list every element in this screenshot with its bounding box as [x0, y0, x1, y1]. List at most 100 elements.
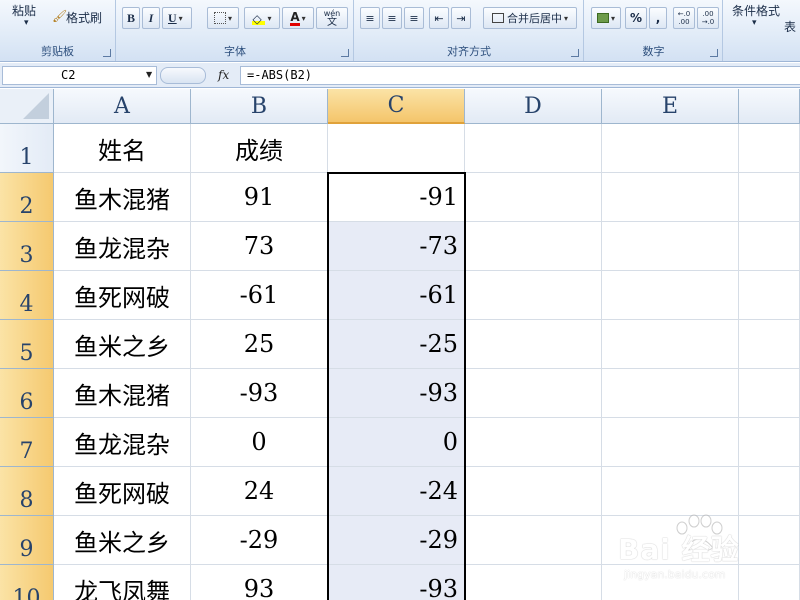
row-header-4[interactable]: 4 [0, 271, 54, 320]
cell-b7[interactable]: 0 [191, 418, 328, 467]
cell-d8[interactable] [465, 467, 602, 516]
format-painter-icon[interactable]: 🖌 [52, 9, 67, 23]
insert-function-icon[interactable]: fx [218, 68, 229, 82]
row-header-1[interactable]: 1 [0, 124, 54, 173]
cell-a9[interactable]: 鱼米之乡 [54, 516, 191, 565]
cell-f7[interactable] [739, 418, 800, 467]
format-as-table-button[interactable]: 表 [784, 18, 796, 35]
cell-a6[interactable]: 鱼木混猪 [54, 369, 191, 418]
cell-d4[interactable] [465, 271, 602, 320]
row-header-5[interactable]: 5 [0, 320, 54, 369]
decrease-indent-button[interactable]: ⇤ [429, 7, 449, 29]
cell-a4[interactable]: 鱼死网破 [54, 271, 191, 320]
cell-a7[interactable]: 鱼龙混杂 [54, 418, 191, 467]
cell-c5[interactable]: -25 [328, 320, 465, 369]
cell-a8[interactable]: 鱼死网破 [54, 467, 191, 516]
cell-e2[interactable] [602, 173, 739, 222]
cell-d5[interactable] [465, 320, 602, 369]
cell-f1[interactable] [739, 124, 800, 173]
format-painter-button[interactable]: 格式刷 [66, 9, 102, 26]
cell-a2[interactable]: 鱼木混猪 [54, 173, 191, 222]
font-launcher-icon[interactable] [341, 49, 349, 57]
percent-button[interactable]: % [625, 7, 647, 29]
column-header-f[interactable] [739, 89, 800, 124]
clipboard-launcher-icon[interactable] [103, 49, 111, 57]
cell-b1[interactable]: 成绩 [191, 124, 328, 173]
cell-f2[interactable] [739, 173, 800, 222]
cell-e5[interactable] [602, 320, 739, 369]
increase-decimal-button[interactable]: ←.0 .00 [673, 7, 695, 29]
cell-c7[interactable]: 0 [328, 418, 465, 467]
row-header-2[interactable]: 2 [0, 173, 54, 222]
paste-button[interactable]: 粘贴 [12, 2, 36, 19]
decrease-decimal-button[interactable]: .00 →.0 [697, 7, 719, 29]
row-header-9[interactable]: 9 [0, 516, 54, 565]
formula-bar-resize-handle[interactable] [160, 67, 206, 84]
cell-f3[interactable] [739, 222, 800, 271]
cell-b5[interactable]: 25 [191, 320, 328, 369]
cell-d10[interactable] [465, 565, 602, 600]
cell-e8[interactable] [602, 467, 739, 516]
cell-e7[interactable] [602, 418, 739, 467]
cell-e3[interactable] [602, 222, 739, 271]
align-center-button[interactable]: ≡ [382, 7, 402, 29]
column-header-c[interactable]: C [328, 89, 465, 124]
cell-e6[interactable] [602, 369, 739, 418]
cell-d2[interactable] [465, 173, 602, 222]
merge-center-button[interactable]: 合并后居中 ▾ [483, 7, 577, 29]
cell-e4[interactable] [602, 271, 739, 320]
cell-c3[interactable]: -73 [328, 222, 465, 271]
increase-indent-button[interactable]: ⇥ [451, 7, 471, 29]
cell-d3[interactable] [465, 222, 602, 271]
cell-b9[interactable]: -29 [191, 516, 328, 565]
cell-b10[interactable]: 93 [191, 565, 328, 600]
number-launcher-icon[interactable] [710, 49, 718, 57]
fill-color-button[interactable]: ◇ ▾ [244, 7, 280, 29]
align-right-button[interactable]: ≡ [404, 7, 424, 29]
select-all-corner[interactable] [0, 89, 54, 124]
column-header-b[interactable]: B [191, 89, 328, 124]
border-button[interactable]: ▾ [207, 7, 239, 29]
row-header-7[interactable]: 7 [0, 418, 54, 467]
conditional-format-button[interactable]: 条件格式 [732, 2, 780, 19]
cell-c4[interactable]: -61 [328, 271, 465, 320]
font-color-button[interactable]: A ▾ [282, 7, 314, 29]
row-header-10[interactable]: 10 [0, 565, 54, 600]
align-left-button[interactable]: ≡ [360, 7, 380, 29]
cell-a1[interactable]: 姓名 [54, 124, 191, 173]
cell-b8[interactable]: 24 [191, 467, 328, 516]
column-header-a[interactable]: A [54, 89, 191, 124]
cell-d7[interactable] [465, 418, 602, 467]
cell-c2[interactable]: -91 [328, 173, 465, 222]
cell-c1[interactable] [328, 124, 465, 173]
formula-input[interactable]: =-ABS(B2) [240, 66, 800, 85]
cell-d6[interactable] [465, 369, 602, 418]
cell-d1[interactable] [465, 124, 602, 173]
paste-dropdown-icon[interactable]: ▾ [24, 18, 29, 28]
cell-f4[interactable] [739, 271, 800, 320]
italic-button[interactable]: I [142, 7, 160, 29]
cell-f5[interactable] [739, 320, 800, 369]
cell-b4[interactable]: -61 [191, 271, 328, 320]
cell-c10[interactable]: -93 [328, 565, 465, 600]
cell-b3[interactable]: 73 [191, 222, 328, 271]
column-header-d[interactable]: D [465, 89, 602, 124]
cell-c6[interactable]: -93 [328, 369, 465, 418]
row-header-8[interactable]: 8 [0, 467, 54, 516]
cell-d9[interactable] [465, 516, 602, 565]
cell-c9[interactable]: -29 [328, 516, 465, 565]
name-box-dropdown-icon[interactable]: ▼ [146, 70, 152, 79]
cell-f6[interactable] [739, 369, 800, 418]
cell-a10[interactable]: 龙飞凤舞 [54, 565, 191, 600]
phonetic-button[interactable]: wén 文 [316, 7, 348, 29]
row-header-3[interactable]: 3 [0, 222, 54, 271]
cell-b6[interactable]: -93 [191, 369, 328, 418]
accounting-format-button[interactable]: ▾ [591, 7, 621, 29]
cell-a3[interactable]: 鱼龙混杂 [54, 222, 191, 271]
name-box[interactable]: C2 [2, 66, 157, 85]
alignment-launcher-icon[interactable] [571, 49, 579, 57]
cell-b2[interactable]: 91 [191, 173, 328, 222]
conditional-format-dropdown-icon[interactable]: ▾ [752, 18, 757, 28]
cell-e1[interactable] [602, 124, 739, 173]
bold-button[interactable]: B [122, 7, 140, 29]
